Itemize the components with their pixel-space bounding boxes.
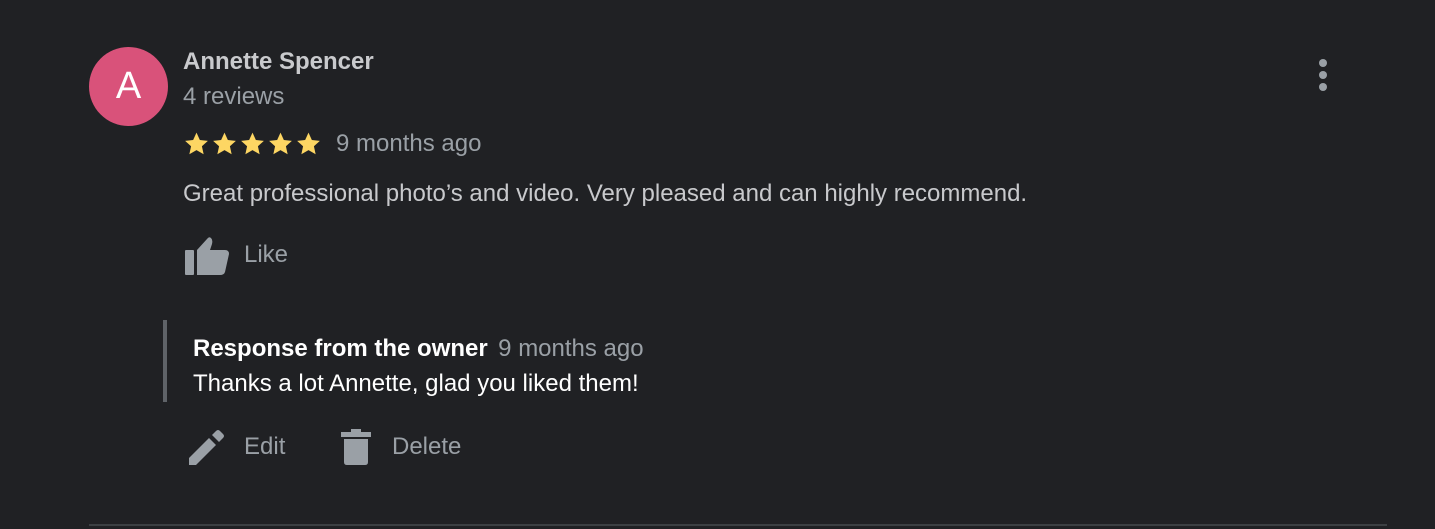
like-label: Like	[244, 241, 289, 268]
pencil-icon	[189, 430, 224, 465]
review-text: Great professional photo’s and video. Ve…	[183, 180, 1028, 207]
star-icon	[241, 132, 264, 155]
trash-icon	[341, 429, 371, 465]
delete-button[interactable]: Delete	[341, 425, 461, 469]
response-header: Response from the owner 9 months ago	[193, 334, 644, 367]
review-card: A Annette Spencer 4 reviews 9 months ago…	[0, 0, 1435, 529]
star-icon	[297, 132, 320, 155]
delete-label: Delete	[392, 433, 462, 460]
divider	[89, 524, 1387, 526]
more-options-button[interactable]	[1307, 56, 1339, 96]
star-icon	[269, 132, 292, 155]
more-vert-icon	[1319, 59, 1327, 91]
review-date: 9 months ago	[336, 130, 482, 157]
edit-label: Edit	[244, 433, 286, 460]
reviewer-name[interactable]: Annette Spencer	[183, 48, 374, 76]
star-icon	[185, 132, 208, 155]
rating-row: 9 months ago	[183, 129, 481, 159]
star-rating	[183, 131, 322, 157]
like-button[interactable]: Like	[183, 233, 288, 277]
response-title: Response from the owner	[193, 335, 488, 362]
review-count[interactable]: 4 reviews	[183, 83, 284, 111]
edit-button[interactable]: Edit	[187, 425, 285, 469]
avatar-letter: A	[115, 65, 142, 107]
avatar[interactable]: A	[89, 47, 168, 126]
response-date: 9 months ago	[498, 335, 644, 362]
star-icon	[213, 132, 236, 155]
owner-response: Response from the owner 9 months ago Tha…	[163, 320, 1067, 402]
response-text: Thanks a lot Annette, glad you liked the…	[193, 370, 639, 397]
thumb-up-icon	[185, 237, 229, 275]
